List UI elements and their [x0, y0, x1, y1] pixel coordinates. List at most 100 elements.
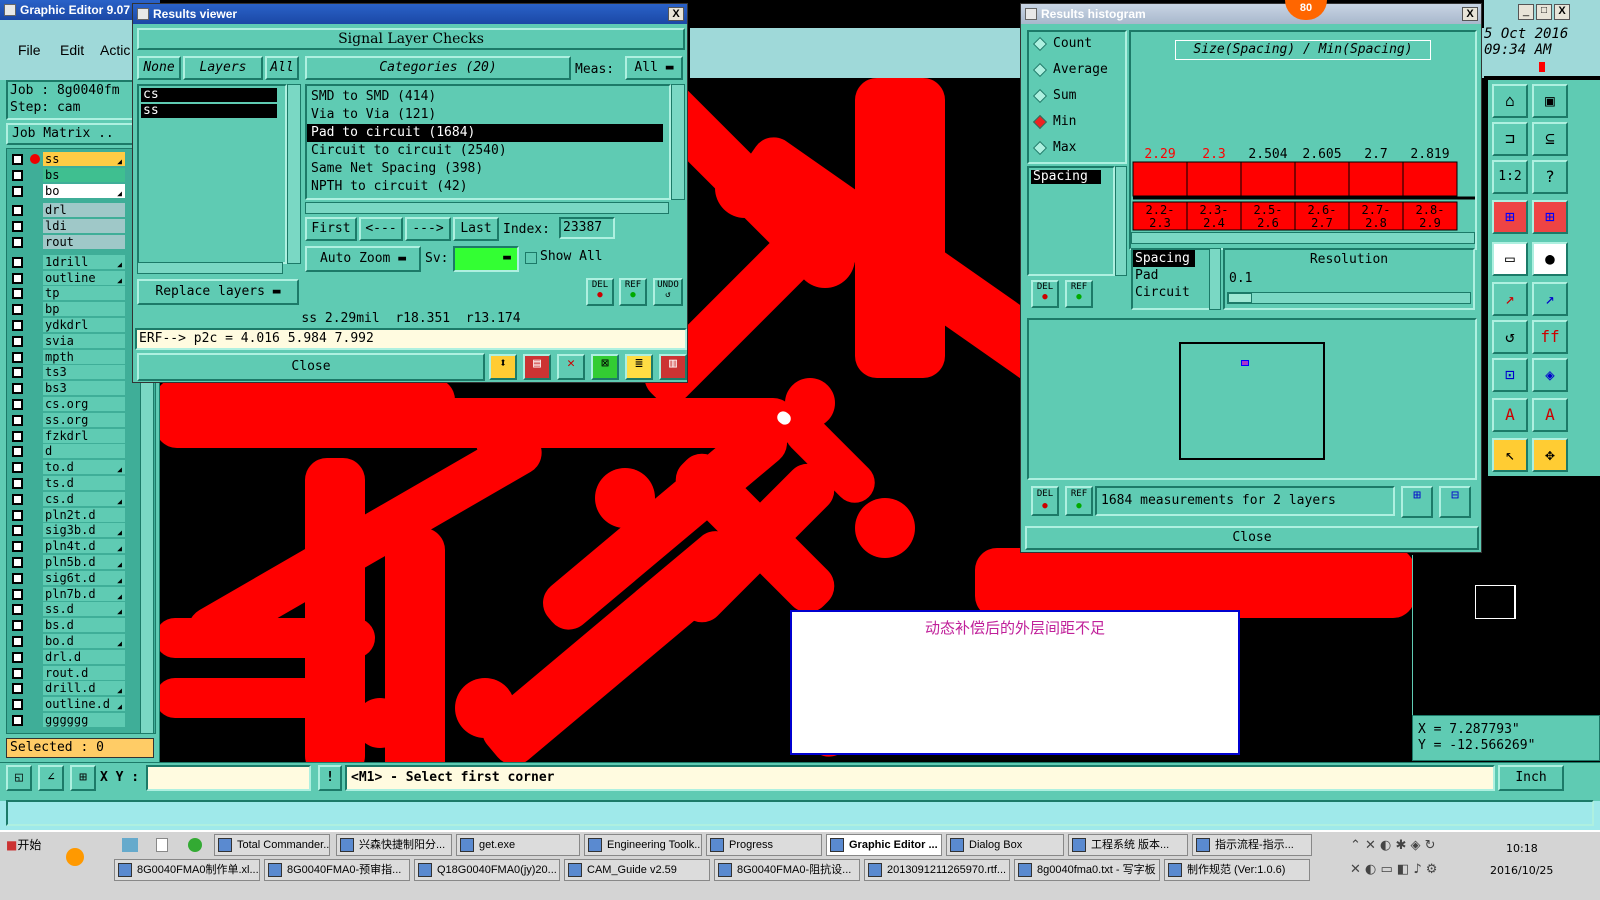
- snap-icon[interactable]: ⊆: [1532, 122, 1568, 156]
- undo-button[interactable]: UNDO ↺: [653, 278, 683, 306]
- layer-name[interactable]: cs.org: [43, 397, 125, 411]
- layer-row[interactable]: bo.d ◢: [10, 634, 126, 649]
- taskbar-button[interactable]: Graphic Editor ...: [826, 834, 942, 856]
- preview-ref-button[interactable]: REF ●: [1065, 486, 1093, 516]
- layer-name[interactable]: ss ◢: [43, 152, 125, 166]
- layer-row[interactable]: fzkdrl: [10, 428, 126, 444]
- quicklaunch-folder-icon[interactable]: [122, 838, 138, 852]
- histogram-bar[interactable]: [1132, 161, 1188, 197]
- layer-name[interactable]: sig6t.d ◢: [43, 570, 125, 585]
- rh-ref-button[interactable]: REF ●: [1065, 280, 1093, 308]
- layer-checkbox[interactable]: [12, 588, 23, 600]
- move-icon[interactable]: ✥: [1532, 438, 1568, 472]
- close-icon[interactable]: X: [1554, 4, 1570, 20]
- layer-name[interactable]: ts3: [43, 365, 125, 380]
- layer-name[interactable]: svia: [43, 333, 125, 348]
- layer-checkbox[interactable]: [12, 525, 23, 537]
- layer-checkbox[interactable]: [12, 478, 23, 489]
- layer-name[interactable]: tp: [43, 286, 125, 301]
- layer-row[interactable]: pln5b.d ◢: [10, 555, 126, 570]
- zoom-in-icon[interactable]: ⊞: [1401, 486, 1433, 518]
- units-select[interactable]: Inch: [1498, 765, 1564, 791]
- layer-row[interactable]: svia: [10, 333, 126, 349]
- report-icon[interactable]: ▤: [523, 354, 551, 380]
- group-item-selected[interactable]: Spacing: [1133, 250, 1195, 267]
- first-button[interactable]: First: [305, 217, 357, 241]
- chart-hscroll[interactable]: [1131, 232, 1475, 244]
- categories-scrollbar[interactable]: [671, 84, 685, 200]
- measure-icon[interactable]: ↗: [1492, 282, 1528, 316]
- layer-row[interactable]: d: [10, 444, 126, 459]
- text-a2-icon[interactable]: A: [1532, 398, 1568, 432]
- layer-row[interactable]: cs.d ◢: [10, 491, 126, 507]
- record-icon[interactable]: ●: [1532, 242, 1568, 276]
- taskbar-button[interactable]: 工程系统 版本...: [1068, 834, 1188, 856]
- maximize-icon[interactable]: □: [1536, 4, 1552, 20]
- home-icon[interactable]: ⌂: [1492, 84, 1528, 118]
- layer-name[interactable]: rout.d: [43, 665, 125, 680]
- taskbar-button[interactable]: 2013091211265970.rtf...: [864, 859, 1010, 881]
- layer-row[interactable]: pln2t.d: [10, 507, 126, 523]
- rh-del-button[interactable]: DEL ●: [1031, 280, 1059, 308]
- layer-row[interactable]: pln4t.d ◢: [10, 539, 126, 554]
- layer-checkbox[interactable]: [12, 205, 23, 217]
- layer-result-item[interactable]: cs: [141, 88, 277, 102]
- show-all-checkbox[interactable]: [525, 252, 537, 264]
- layer-tool-icon[interactable]: ⊞: [1492, 200, 1528, 234]
- taskbar-button[interactable]: Progress: [706, 834, 822, 856]
- category-item[interactable]: Via to Via (121): [307, 106, 669, 124]
- layer-checkbox[interactable]: [12, 699, 23, 711]
- taskbar-button[interactable]: get.exe: [456, 834, 580, 856]
- layer-name[interactable]: sig3b.d ◢: [43, 523, 125, 538]
- layer-row[interactable]: sig6t.d ◢: [10, 570, 126, 586]
- categories-list[interactable]: SMD to SMD (414) Via to Via (121) Pad to…: [305, 84, 671, 200]
- layer-name[interactable]: to.d ◢: [43, 460, 125, 475]
- layer-name[interactable]: d: [43, 444, 125, 459]
- taskbar-button[interactable]: Dialog Box: [946, 834, 1064, 856]
- layer-checkbox[interactable]: [12, 185, 23, 197]
- layer-checkbox[interactable]: [12, 636, 23, 647]
- layer-name[interactable]: pln2t.d: [43, 507, 125, 522]
- layer-name[interactable]: mpth: [43, 349, 125, 364]
- prev-button[interactable]: <---: [359, 217, 403, 241]
- layer-checkbox[interactable]: [12, 509, 23, 521]
- category-item[interactable]: SMD to SMD (414): [307, 88, 669, 106]
- text-a-icon[interactable]: A: [1492, 398, 1528, 432]
- menu-file[interactable]: File: [18, 42, 41, 58]
- layer-checkbox[interactable]: [12, 493, 23, 505]
- layer-checkbox[interactable]: [12, 715, 23, 726]
- layer-name[interactable]: ydkdrl: [43, 318, 125, 332]
- menu-actions[interactable]: Actic: [100, 42, 130, 58]
- quicklaunch-icon[interactable]: [66, 848, 84, 866]
- layer-row[interactable]: bs.d: [10, 618, 126, 633]
- quicklaunch-doc-icon[interactable]: [156, 838, 168, 852]
- layer-checkbox[interactable]: [12, 446, 23, 458]
- rh-close-button[interactable]: Close: [1025, 526, 1479, 550]
- taskbar-button[interactable]: 制作规范 (Ver:1.0.6): [1164, 859, 1310, 881]
- layer-name[interactable]: bs: [43, 167, 125, 182]
- stat-option-max[interactable]: Max: [1029, 136, 1125, 162]
- close-icon[interactable]: X: [1462, 7, 1478, 21]
- ff-icon[interactable]: ff: [1532, 320, 1568, 354]
- layer-row[interactable]: outline.d ◢: [10, 697, 126, 712]
- taskbar-button[interactable]: Engineering Toolk...: [584, 834, 702, 856]
- preview-del-button[interactable]: DEL ●: [1031, 486, 1059, 516]
- layer-row[interactable]: ss.org: [10, 412, 126, 428]
- last-button[interactable]: Last: [453, 217, 499, 241]
- stat-option-min[interactable]: Min: [1029, 110, 1125, 136]
- all-button[interactable]: All: [265, 56, 299, 80]
- pointer-icon[interactable]: ↖: [1492, 438, 1528, 472]
- layer-checkbox[interactable]: [12, 462, 23, 474]
- replace-layers-select[interactable]: Replace layers ▬: [137, 279, 299, 305]
- layer-checkbox[interactable]: [12, 683, 23, 695]
- layer-name[interactable]: bs.d: [43, 618, 125, 633]
- frame-icon[interactable]: ⊡: [1492, 358, 1528, 392]
- layer-checkbox[interactable]: [12, 430, 23, 442]
- layer-row[interactable]: tp: [10, 286, 126, 301]
- layer-row[interactable]: drl.d: [10, 649, 126, 665]
- filter-icon[interactable]: ⊠: [591, 354, 619, 380]
- layer-row[interactable]: bs3: [10, 381, 126, 396]
- histogram-bar[interactable]: [1186, 161, 1242, 197]
- histogram-icon[interactable]: ▥: [659, 354, 687, 380]
- layer-row[interactable]: rout: [10, 235, 126, 250]
